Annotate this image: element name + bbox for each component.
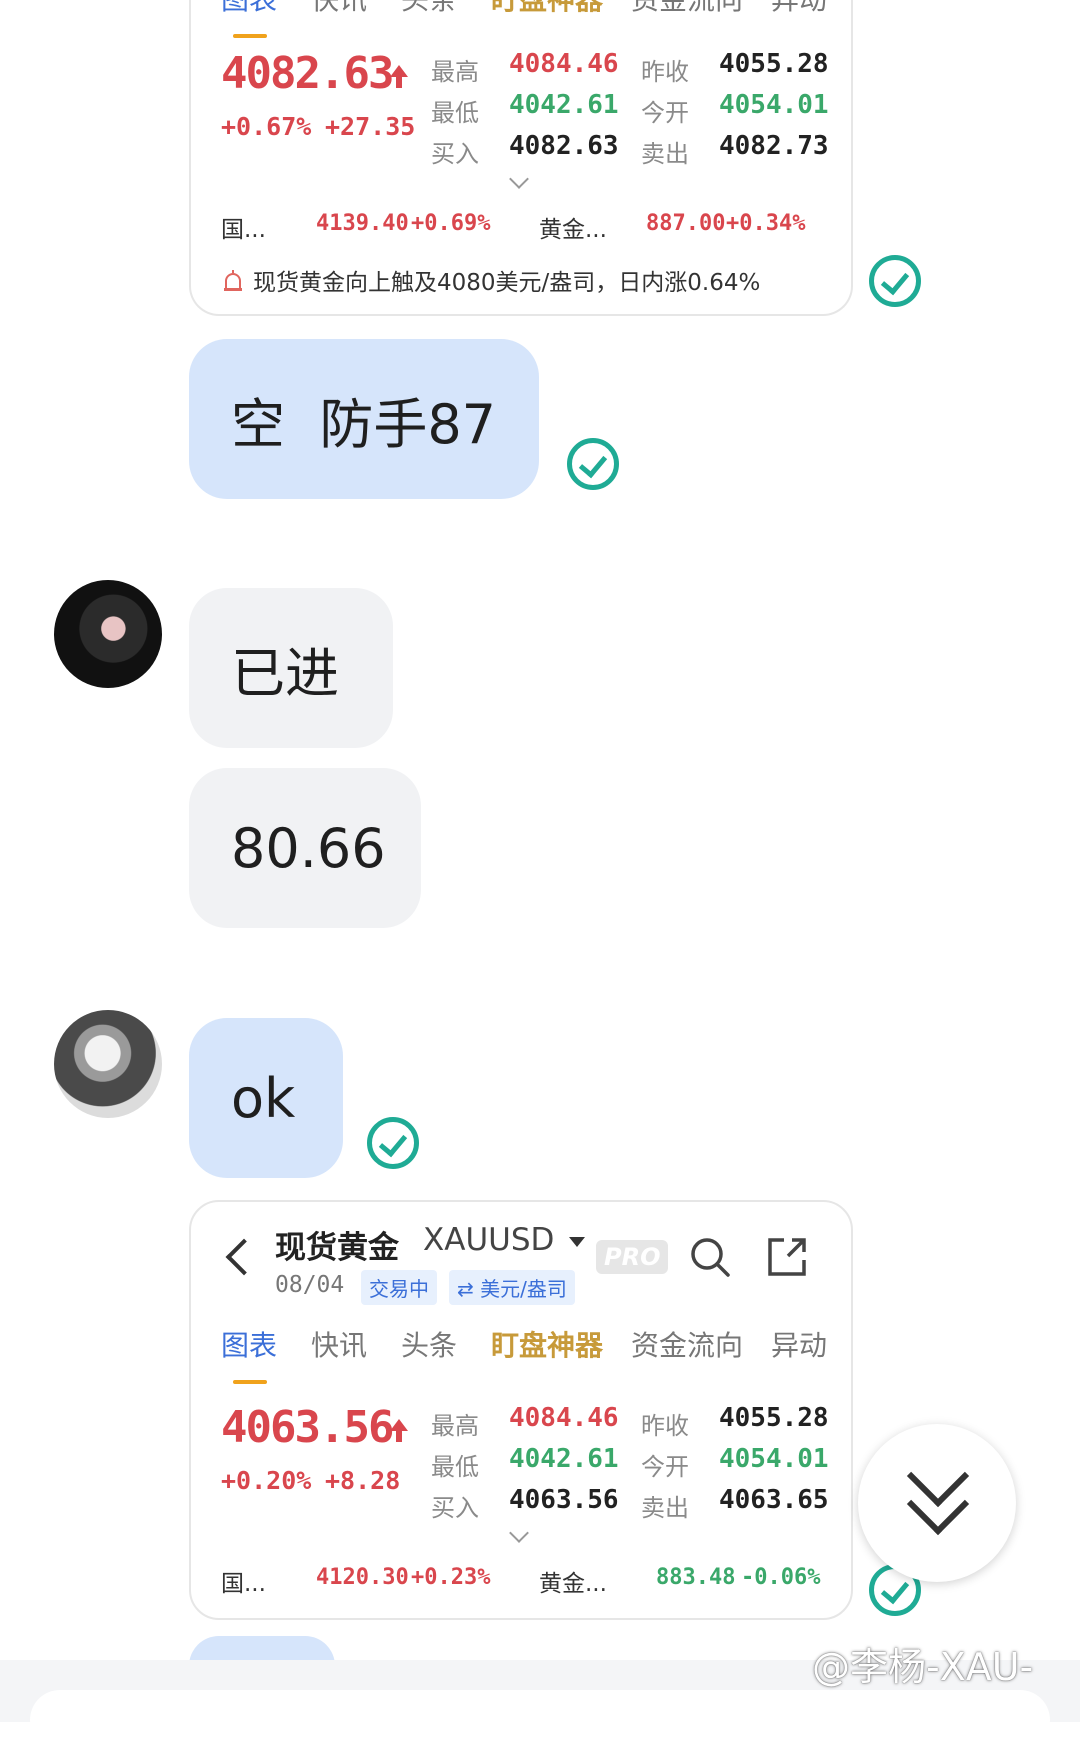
prev-close-label: 昨收 xyxy=(641,1412,689,1440)
read-check-icon xyxy=(869,255,921,307)
index-change: +0.34% xyxy=(726,211,806,236)
last-price: 4063.56 xyxy=(221,1402,394,1453)
bid-label: 买入 xyxy=(431,1494,479,1522)
high-value: 4084.46 xyxy=(509,1403,619,1433)
open-value: 4054.01 xyxy=(719,1444,829,1474)
index-change: +0.23% xyxy=(411,1565,491,1590)
ask-label: 卖出 xyxy=(641,140,689,168)
share-icon[interactable] xyxy=(766,1236,808,1282)
message-text: 空 防手87 xyxy=(231,392,497,456)
prev-close-value: 4055.28 xyxy=(719,49,829,79)
index-name: 黄金... xyxy=(539,217,607,243)
last-price: 4082.63 xyxy=(221,48,394,99)
tab-headlines[interactable]: 头条 xyxy=(401,0,457,18)
avatar[interactable] xyxy=(54,1010,162,1118)
tab-capital-flow[interactable]: 资金流向 xyxy=(631,0,743,18)
search-icon[interactable] xyxy=(689,1236,731,1282)
tab-movers[interactable]: 异动 xyxy=(771,0,827,18)
index-value: 887.00 xyxy=(646,211,726,236)
index-change: +0.69% xyxy=(411,211,491,236)
tab-headlines[interactable]: 头条 xyxy=(401,1324,457,1364)
message-bubble-mine[interactable]: 空 防手87 xyxy=(189,339,539,499)
tab-movers[interactable]: 异动 xyxy=(771,1324,827,1364)
alert-text: 现货黄金向上触及4080美元/盎司，日内涨0.64% xyxy=(253,270,761,296)
index-name: 国... xyxy=(221,217,266,243)
low-value: 4042.61 xyxy=(509,1444,619,1474)
tab-monitor[interactable]: 盯盘神器 xyxy=(491,1324,603,1364)
alarm-icon xyxy=(221,269,245,299)
message-text: 已进 xyxy=(231,641,339,705)
message-bubble-mine[interactable]: ok xyxy=(189,1018,343,1178)
tab-news-flash[interactable]: 快讯 xyxy=(311,0,367,18)
tab-chart[interactable]: 图表 xyxy=(221,1324,277,1364)
caret-down-icon[interactable] xyxy=(569,1237,585,1247)
tab-monitor[interactable]: 盯盘神器 xyxy=(491,0,603,18)
change-amount: +8.28 xyxy=(325,1466,401,1495)
high-value: 4084.46 xyxy=(509,49,619,79)
message-bubble-theirs[interactable]: 已进 xyxy=(189,588,393,748)
index-value: 4139.40 xyxy=(316,211,409,236)
price-alert[interactable]: 现货黄金向上触及4080美元/盎司，日内涨0.64% xyxy=(221,263,760,299)
ask-value: 4082.73 xyxy=(719,131,829,161)
pro-badge[interactable]: PRO xyxy=(596,1240,669,1274)
index-value: 883.48 xyxy=(656,1565,736,1590)
quote-card[interactable]: 现货黄金 XAUUSD 08/04 交易中 ⇄ 美元/盎司 PRO 图表 快讯 … xyxy=(189,1200,853,1620)
instrument-symbol[interactable]: XAUUSD xyxy=(423,1222,554,1258)
change-percent: +0.20% xyxy=(221,1466,312,1495)
ask-label: 卖出 xyxy=(641,1494,689,1522)
low-value: 4042.61 xyxy=(509,90,619,120)
prev-close-label: 昨收 xyxy=(641,58,689,86)
high-label: 最高 xyxy=(431,58,479,86)
index-name: 国... xyxy=(221,1571,266,1597)
message-input[interactable] xyxy=(30,1690,1050,1750)
avatar[interactable] xyxy=(54,580,162,688)
open-label: 今开 xyxy=(641,99,689,127)
ask-value: 4063.65 xyxy=(719,1485,829,1515)
status-badge: 交易中 xyxy=(361,1270,437,1305)
read-check-icon xyxy=(367,1117,419,1169)
high-label: 最高 xyxy=(431,1412,479,1440)
tab-news-flash[interactable]: 快讯 xyxy=(311,1324,367,1364)
message-text: 80.66 xyxy=(231,816,386,880)
scroll-to-bottom-button[interactable] xyxy=(858,1424,1016,1582)
prev-close-value: 4055.28 xyxy=(719,1403,829,1433)
change-percent: +0.67% xyxy=(221,112,312,141)
instrument-title: 现货黄金 xyxy=(275,1230,399,1266)
unit-toggle[interactable]: ⇄ 美元/盎司 xyxy=(449,1270,575,1305)
open-label: 今开 xyxy=(641,1453,689,1481)
change-amount: +27.35 xyxy=(325,112,416,141)
back-chevron-icon[interactable] xyxy=(225,1238,263,1276)
quote-card[interactable]: 图表 快讯 头条 盯盘神器 资金流向 异动 4082.63 +0.67% +27… xyxy=(189,0,853,316)
low-label: 最低 xyxy=(431,1453,479,1481)
message-text: ok xyxy=(231,1066,296,1130)
bid-value: 4063.56 xyxy=(509,1485,619,1515)
read-check-icon xyxy=(567,438,619,490)
low-label: 最低 xyxy=(431,99,479,127)
tab-capital-flow[interactable]: 资金流向 xyxy=(631,1324,743,1364)
active-tab-indicator xyxy=(233,1380,267,1384)
index-change: -0.06% xyxy=(741,1565,821,1590)
expand-chevron-icon[interactable] xyxy=(509,1523,529,1543)
active-tab-indicator xyxy=(233,34,267,38)
quote-date: 08/04 xyxy=(275,1272,345,1298)
bid-value: 4082.63 xyxy=(509,131,619,161)
expand-chevron-icon[interactable] xyxy=(509,169,529,189)
open-value: 4054.01 xyxy=(719,90,829,120)
bid-label: 买入 xyxy=(431,140,479,168)
index-name: 黄金... xyxy=(539,1571,607,1597)
watermark: @李杨-XAU- xyxy=(812,1645,1034,1689)
message-bubble-theirs[interactable]: 80.66 xyxy=(189,768,421,928)
tab-chart[interactable]: 图表 xyxy=(221,0,277,18)
index-value: 4120.30 xyxy=(316,1565,409,1590)
